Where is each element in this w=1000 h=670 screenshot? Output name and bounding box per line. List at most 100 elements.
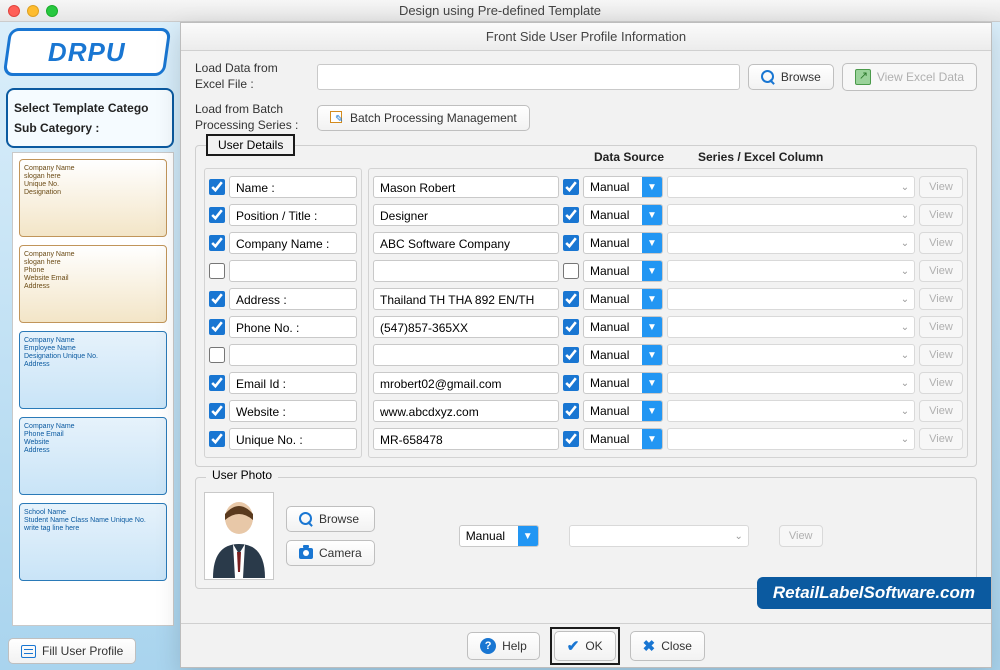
row-value-checkbox[interactable]: [563, 347, 579, 363]
row-enable-checkbox[interactable]: [209, 431, 225, 447]
template-thumbnail[interactable]: School NameStudent Name Class Name Uniqu…: [19, 503, 167, 581]
row-enable-checkbox[interactable]: [209, 319, 225, 335]
field-label-input[interactable]: Name :: [229, 176, 357, 198]
field-value-input[interactable]: [373, 344, 559, 366]
field-label-input[interactable]: [229, 260, 357, 282]
field-label-input[interactable]: [229, 344, 357, 366]
modal-footer: ? Help ✔ OK ✖ Close: [181, 623, 991, 667]
field-value-input[interactable]: MR-658478: [373, 428, 559, 450]
row-value-checkbox[interactable]: [563, 403, 579, 419]
help-button[interactable]: ? Help: [467, 632, 540, 660]
data-source-select[interactable]: Manual▼: [583, 316, 663, 338]
field-label-input[interactable]: Company Name :: [229, 232, 357, 254]
field-value-input[interactable]: [373, 260, 559, 282]
row-enable-checkbox[interactable]: [209, 403, 225, 419]
batch-processing-button[interactable]: Batch Processing Management: [317, 105, 530, 131]
series-column-select[interactable]: ⌄: [667, 288, 915, 310]
field-label-input[interactable]: Website :: [229, 400, 357, 422]
series-column-select[interactable]: ⌄: [667, 400, 915, 422]
photo-browse-button[interactable]: Browse: [286, 506, 375, 532]
series-column-select[interactable]: ⌄: [667, 372, 915, 394]
row-value-checkbox[interactable]: [563, 431, 579, 447]
data-source-select[interactable]: Manual▼: [583, 204, 663, 226]
row-value-checkbox[interactable]: [563, 179, 579, 195]
data-source-select[interactable]: Manual▼: [583, 400, 663, 422]
template-thumbnail[interactable]: Company NameEmployee NameDesignation Uni…: [19, 331, 167, 409]
series-column-select[interactable]: ⌄: [667, 260, 915, 282]
field-value-input[interactable]: Thailand TH THA 892 EN/TH: [373, 288, 559, 310]
data-source-select[interactable]: Manual▼: [583, 428, 663, 450]
view-button: View: [919, 176, 963, 198]
data-source-select[interactable]: Manual▼: [583, 288, 663, 310]
browse-excel-button[interactable]: Browse: [748, 64, 834, 90]
row-enable-checkbox[interactable]: [209, 291, 225, 307]
field-value-input[interactable]: Mason Robert: [373, 176, 559, 198]
data-source-select[interactable]: Manual▼: [583, 260, 663, 282]
row-enable-checkbox[interactable]: [209, 263, 225, 279]
search-icon: [299, 512, 313, 526]
photo-camera-label: Camera: [319, 546, 362, 560]
fill-user-profile-button[interactable]: Fill User Profile: [8, 638, 136, 664]
user-photo-thumbnail[interactable]: [204, 492, 274, 580]
field-value-input[interactable]: mrobert02@gmail.com: [373, 372, 559, 394]
load-batch-label: Load from Batch Processing Series :: [195, 102, 309, 133]
row-enable-checkbox[interactable]: [209, 207, 225, 223]
series-column-select[interactable]: ⌄: [667, 428, 915, 450]
category-panel: Select Template Catego Sub Category :: [6, 88, 174, 148]
batch-icon: [330, 111, 344, 125]
user-photo-fieldset: User Photo Browse: [195, 477, 977, 589]
chevron-down-icon: ▼: [642, 429, 662, 449]
series-column-select[interactable]: ⌄: [667, 176, 915, 198]
field-label-input[interactable]: Unique No. :: [229, 428, 357, 450]
close-icon: ✖: [643, 637, 656, 655]
photo-browse-label: Browse: [319, 512, 359, 526]
template-thumbnail[interactable]: Company Nameslogan hereUnique No.Designa…: [19, 159, 167, 237]
data-source-select[interactable]: Manual▼: [583, 176, 663, 198]
watermark: RetailLabelSoftware.com: [757, 577, 991, 609]
load-excel-label: Load Data from Excel File :: [195, 61, 309, 92]
user-details-legend: User Details: [206, 134, 295, 156]
ok-button-highlight: ✔ OK: [550, 627, 620, 665]
field-label-input[interactable]: Phone No. :: [229, 316, 357, 338]
series-column-select[interactable]: ⌄: [667, 204, 915, 226]
chevron-down-icon: ⌄: [730, 531, 748, 542]
data-source-select[interactable]: Manual▼: [583, 372, 663, 394]
row-value-checkbox[interactable]: [563, 319, 579, 335]
row-enable-checkbox[interactable]: [209, 347, 225, 363]
photo-series-select[interactable]: ⌄: [569, 525, 749, 547]
profile-modal: Front Side User Profile Information Load…: [180, 22, 992, 668]
row-value-checkbox[interactable]: [563, 235, 579, 251]
field-value-input[interactable]: ABC Software Company: [373, 232, 559, 254]
close-button[interactable]: ✖ Close: [630, 631, 705, 661]
excel-path-input[interactable]: [317, 64, 740, 90]
field-value-input[interactable]: Designer: [373, 204, 559, 226]
row-value-checkbox[interactable]: [563, 291, 579, 307]
series-column-select[interactable]: ⌄: [667, 232, 915, 254]
field-label-input[interactable]: Position / Title :: [229, 204, 357, 226]
field-label-input[interactable]: Address :: [229, 288, 357, 310]
row-value-checkbox[interactable]: [563, 375, 579, 391]
row-enable-checkbox[interactable]: [209, 179, 225, 195]
row-enable-checkbox[interactable]: [209, 375, 225, 391]
template-thumbnails[interactable]: Company Nameslogan hereUnique No.Designa…: [12, 152, 174, 626]
data-source-select[interactable]: Manual▼: [583, 344, 663, 366]
field-value-input[interactable]: (547)857-365XX: [373, 316, 559, 338]
template-thumbnail[interactable]: Company NamePhone EmailWebsiteAddress: [19, 417, 167, 495]
batch-label: Batch Processing Management: [350, 111, 517, 125]
chevron-down-icon: ⌄: [896, 434, 914, 445]
field-label-input[interactable]: Email Id :: [229, 372, 357, 394]
row-value-checkbox[interactable]: [563, 207, 579, 223]
ok-button[interactable]: ✔ OK: [554, 631, 616, 661]
photo-camera-button[interactable]: Camera: [286, 540, 375, 566]
field-value-input[interactable]: www.abcdxyz.com: [373, 400, 559, 422]
template-thumbnail[interactable]: Company Nameslogan herePhoneWebsite Emai…: [19, 245, 167, 323]
help-icon: ?: [480, 638, 496, 654]
help-label: Help: [502, 639, 527, 653]
data-source-select[interactable]: Manual▼: [583, 232, 663, 254]
series-column-select[interactable]: ⌄: [667, 344, 915, 366]
row-enable-checkbox[interactable]: [209, 235, 225, 251]
photo-data-source-select[interactable]: Manual ▼: [459, 525, 539, 547]
row-value-checkbox[interactable]: [563, 263, 579, 279]
series-column-select[interactable]: ⌄: [667, 316, 915, 338]
view-button: View: [919, 344, 963, 366]
